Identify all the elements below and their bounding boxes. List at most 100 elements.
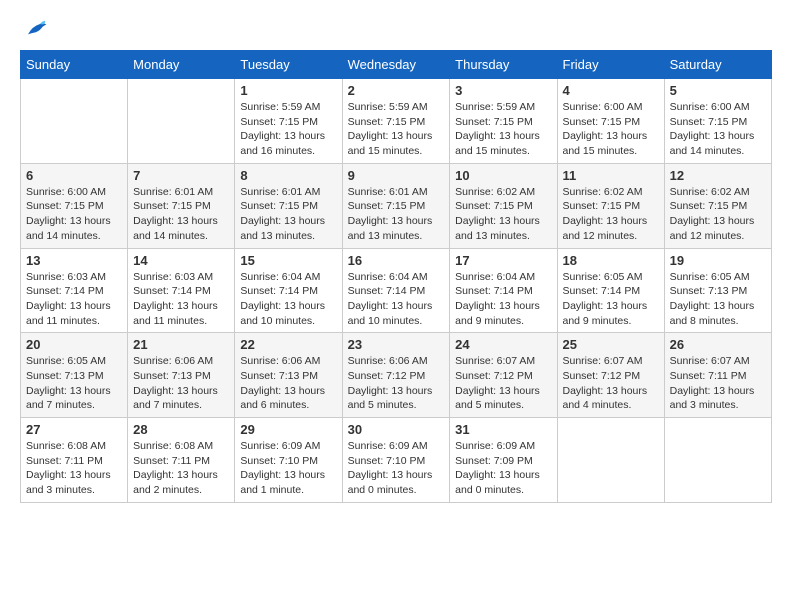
day-number: 28	[133, 422, 229, 437]
day-detail: Sunrise: 6:08 AM Sunset: 7:11 PM Dayligh…	[133, 439, 229, 498]
calendar-cell	[128, 79, 235, 164]
calendar-header-friday: Friday	[557, 51, 664, 79]
calendar-header-saturday: Saturday	[664, 51, 771, 79]
header	[20, 20, 772, 40]
calendar-cell: 31Sunrise: 6:09 AM Sunset: 7:09 PM Dayli…	[450, 418, 557, 503]
calendar-week-row: 27Sunrise: 6:08 AM Sunset: 7:11 PM Dayli…	[21, 418, 772, 503]
day-detail: Sunrise: 6:06 AM Sunset: 7:12 PM Dayligh…	[348, 354, 445, 413]
day-detail: Sunrise: 5:59 AM Sunset: 7:15 PM Dayligh…	[348, 100, 445, 159]
day-number: 12	[670, 168, 766, 183]
day-number: 4	[563, 83, 659, 98]
calendar-cell: 13 Sunrise: 6:03 AM Sunset: 7:14 PM Dayli…	[21, 248, 128, 333]
calendar-cell: 18 Sunrise: 6:05 AM Sunset: 7:14 PM Dayli…	[557, 248, 664, 333]
day-number: 3	[455, 83, 551, 98]
calendar-cell: 25 Sunrise: 6:07 AM Sunset: 7:12 PM Dayli…	[557, 333, 664, 418]
day-number: 1	[240, 83, 336, 98]
day-detail: Sunrise: 6:00 AM Sunset: 7:15 PM Dayligh…	[563, 100, 659, 159]
calendar-cell: 5Sunrise: 6:00 AM Sunset: 7:15 PM Daylig…	[664, 79, 771, 164]
calendar-cell: 19Sunrise: 6:05 AM Sunset: 7:13 PM Dayli…	[664, 248, 771, 333]
calendar-cell: 4 Sunrise: 6:00 AM Sunset: 7:15 PM Daylig…	[557, 79, 664, 164]
day-detail: Sunrise: 6:06 AM Sunset: 7:13 PM Dayligh…	[133, 354, 229, 413]
calendar-cell: 28 Sunrise: 6:08 AM Sunset: 7:11 PM Dayli…	[128, 418, 235, 503]
day-number: 25	[563, 337, 659, 352]
calendar-cell: 12 Sunrise: 6:02 AM Sunset: 7:15 PM Dayli…	[664, 163, 771, 248]
calendar-cell: 24 Sunrise: 6:07 AM Sunset: 7:12 PM Dayli…	[450, 333, 557, 418]
day-number: 16	[348, 253, 445, 268]
day-detail: Sunrise: 6:01 AM Sunset: 7:15 PM Dayligh…	[348, 185, 445, 244]
day-number: 13	[26, 253, 122, 268]
calendar-cell: 10 Sunrise: 6:02 AM Sunset: 7:15 PM Dayli…	[450, 163, 557, 248]
calendar-cell: 14Sunrise: 6:03 AM Sunset: 7:14 PM Dayli…	[128, 248, 235, 333]
calendar-cell: 20Sunrise: 6:05 AM Sunset: 7:13 PM Dayli…	[21, 333, 128, 418]
day-detail: Sunrise: 6:07 AM Sunset: 7:12 PM Dayligh…	[563, 354, 659, 413]
day-number: 6	[26, 168, 122, 183]
day-detail: Sunrise: 6:09 AM Sunset: 7:10 PM Dayligh…	[240, 439, 336, 498]
day-number: 8	[240, 168, 336, 183]
calendar-header-row: SundayMondayTuesdayWednesdayThursdayFrid…	[21, 51, 772, 79]
calendar-cell: 23 Sunrise: 6:06 AM Sunset: 7:12 PM Dayli…	[342, 333, 450, 418]
calendar-cell: 26 Sunrise: 6:07 AM Sunset: 7:11 PM Dayli…	[664, 333, 771, 418]
calendar-header-tuesday: Tuesday	[235, 51, 342, 79]
day-detail: Sunrise: 6:00 AM Sunset: 7:15 PM Dayligh…	[670, 100, 766, 159]
day-number: 22	[240, 337, 336, 352]
day-detail: Sunrise: 6:05 AM Sunset: 7:14 PM Dayligh…	[563, 270, 659, 329]
day-detail: Sunrise: 6:08 AM Sunset: 7:11 PM Dayligh…	[26, 439, 122, 498]
calendar-header-wednesday: Wednesday	[342, 51, 450, 79]
calendar-header-sunday: Sunday	[21, 51, 128, 79]
day-detail: Sunrise: 6:07 AM Sunset: 7:11 PM Dayligh…	[670, 354, 766, 413]
calendar-cell: 7 Sunrise: 6:01 AM Sunset: 7:15 PM Daylig…	[128, 163, 235, 248]
day-number: 21	[133, 337, 229, 352]
calendar-cell: 1 Sunrise: 5:59 AM Sunset: 7:15 PM Daylig…	[235, 79, 342, 164]
calendar-header-thursday: Thursday	[450, 51, 557, 79]
day-number: 18	[563, 253, 659, 268]
day-number: 9	[348, 168, 445, 183]
day-detail: Sunrise: 5:59 AM Sunset: 7:15 PM Dayligh…	[240, 100, 336, 159]
calendar-body: 1 Sunrise: 5:59 AM Sunset: 7:15 PM Daylig…	[21, 79, 772, 503]
day-number: 10	[455, 168, 551, 183]
logo	[20, 20, 52, 40]
calendar-cell: 17Sunrise: 6:04 AM Sunset: 7:14 PM Dayli…	[450, 248, 557, 333]
day-number: 24	[455, 337, 551, 352]
day-detail: Sunrise: 6:04 AM Sunset: 7:14 PM Dayligh…	[348, 270, 445, 329]
calendar-cell: 2 Sunrise: 5:59 AM Sunset: 7:15 PM Daylig…	[342, 79, 450, 164]
day-number: 2	[348, 83, 445, 98]
day-number: 7	[133, 168, 229, 183]
calendar-cell: 27Sunrise: 6:08 AM Sunset: 7:11 PM Dayli…	[21, 418, 128, 503]
calendar-week-row: 13 Sunrise: 6:03 AM Sunset: 7:14 PM Dayli…	[21, 248, 772, 333]
calendar-table: SundayMondayTuesdayWednesdayThursdayFrid…	[20, 50, 772, 503]
day-detail: Sunrise: 6:09 AM Sunset: 7:10 PM Dayligh…	[348, 439, 445, 498]
day-detail: Sunrise: 6:00 AM Sunset: 7:15 PM Dayligh…	[26, 185, 122, 244]
day-number: 15	[240, 253, 336, 268]
calendar-week-row: 20Sunrise: 6:05 AM Sunset: 7:13 PM Dayli…	[21, 333, 772, 418]
day-detail: Sunrise: 6:05 AM Sunset: 7:13 PM Dayligh…	[26, 354, 122, 413]
day-number: 30	[348, 422, 445, 437]
calendar-cell: 9 Sunrise: 6:01 AM Sunset: 7:15 PM Daylig…	[342, 163, 450, 248]
day-detail: Sunrise: 5:59 AM Sunset: 7:15 PM Dayligh…	[455, 100, 551, 159]
calendar-cell: 3 Sunrise: 5:59 AM Sunset: 7:15 PM Daylig…	[450, 79, 557, 164]
day-detail: Sunrise: 6:05 AM Sunset: 7:13 PM Dayligh…	[670, 270, 766, 329]
calendar-cell	[664, 418, 771, 503]
calendar-header-monday: Monday	[128, 51, 235, 79]
calendar-cell	[21, 79, 128, 164]
day-detail: Sunrise: 6:03 AM Sunset: 7:14 PM Dayligh…	[26, 270, 122, 329]
logo-bird-icon	[24, 20, 48, 40]
calendar-week-row: 1 Sunrise: 5:59 AM Sunset: 7:15 PM Daylig…	[21, 79, 772, 164]
day-detail: Sunrise: 6:02 AM Sunset: 7:15 PM Dayligh…	[455, 185, 551, 244]
day-number: 26	[670, 337, 766, 352]
day-detail: Sunrise: 6:01 AM Sunset: 7:15 PM Dayligh…	[133, 185, 229, 244]
calendar-cell: 21 Sunrise: 6:06 AM Sunset: 7:13 PM Dayli…	[128, 333, 235, 418]
calendar-cell: 16 Sunrise: 6:04 AM Sunset: 7:14 PM Dayli…	[342, 248, 450, 333]
calendar-cell	[557, 418, 664, 503]
day-detail: Sunrise: 6:03 AM Sunset: 7:14 PM Dayligh…	[133, 270, 229, 329]
day-detail: Sunrise: 6:07 AM Sunset: 7:12 PM Dayligh…	[455, 354, 551, 413]
day-detail: Sunrise: 6:04 AM Sunset: 7:14 PM Dayligh…	[240, 270, 336, 329]
day-detail: Sunrise: 6:02 AM Sunset: 7:15 PM Dayligh…	[670, 185, 766, 244]
day-detail: Sunrise: 6:06 AM Sunset: 7:13 PM Dayligh…	[240, 354, 336, 413]
day-number: 23	[348, 337, 445, 352]
calendar-week-row: 6 Sunrise: 6:00 AM Sunset: 7:15 PM Daylig…	[21, 163, 772, 248]
calendar-cell: 15 Sunrise: 6:04 AM Sunset: 7:14 PM Dayli…	[235, 248, 342, 333]
day-number: 29	[240, 422, 336, 437]
day-detail: Sunrise: 6:09 AM Sunset: 7:09 PM Dayligh…	[455, 439, 551, 498]
day-number: 11	[563, 168, 659, 183]
calendar-cell: 22 Sunrise: 6:06 AM Sunset: 7:13 PM Dayli…	[235, 333, 342, 418]
